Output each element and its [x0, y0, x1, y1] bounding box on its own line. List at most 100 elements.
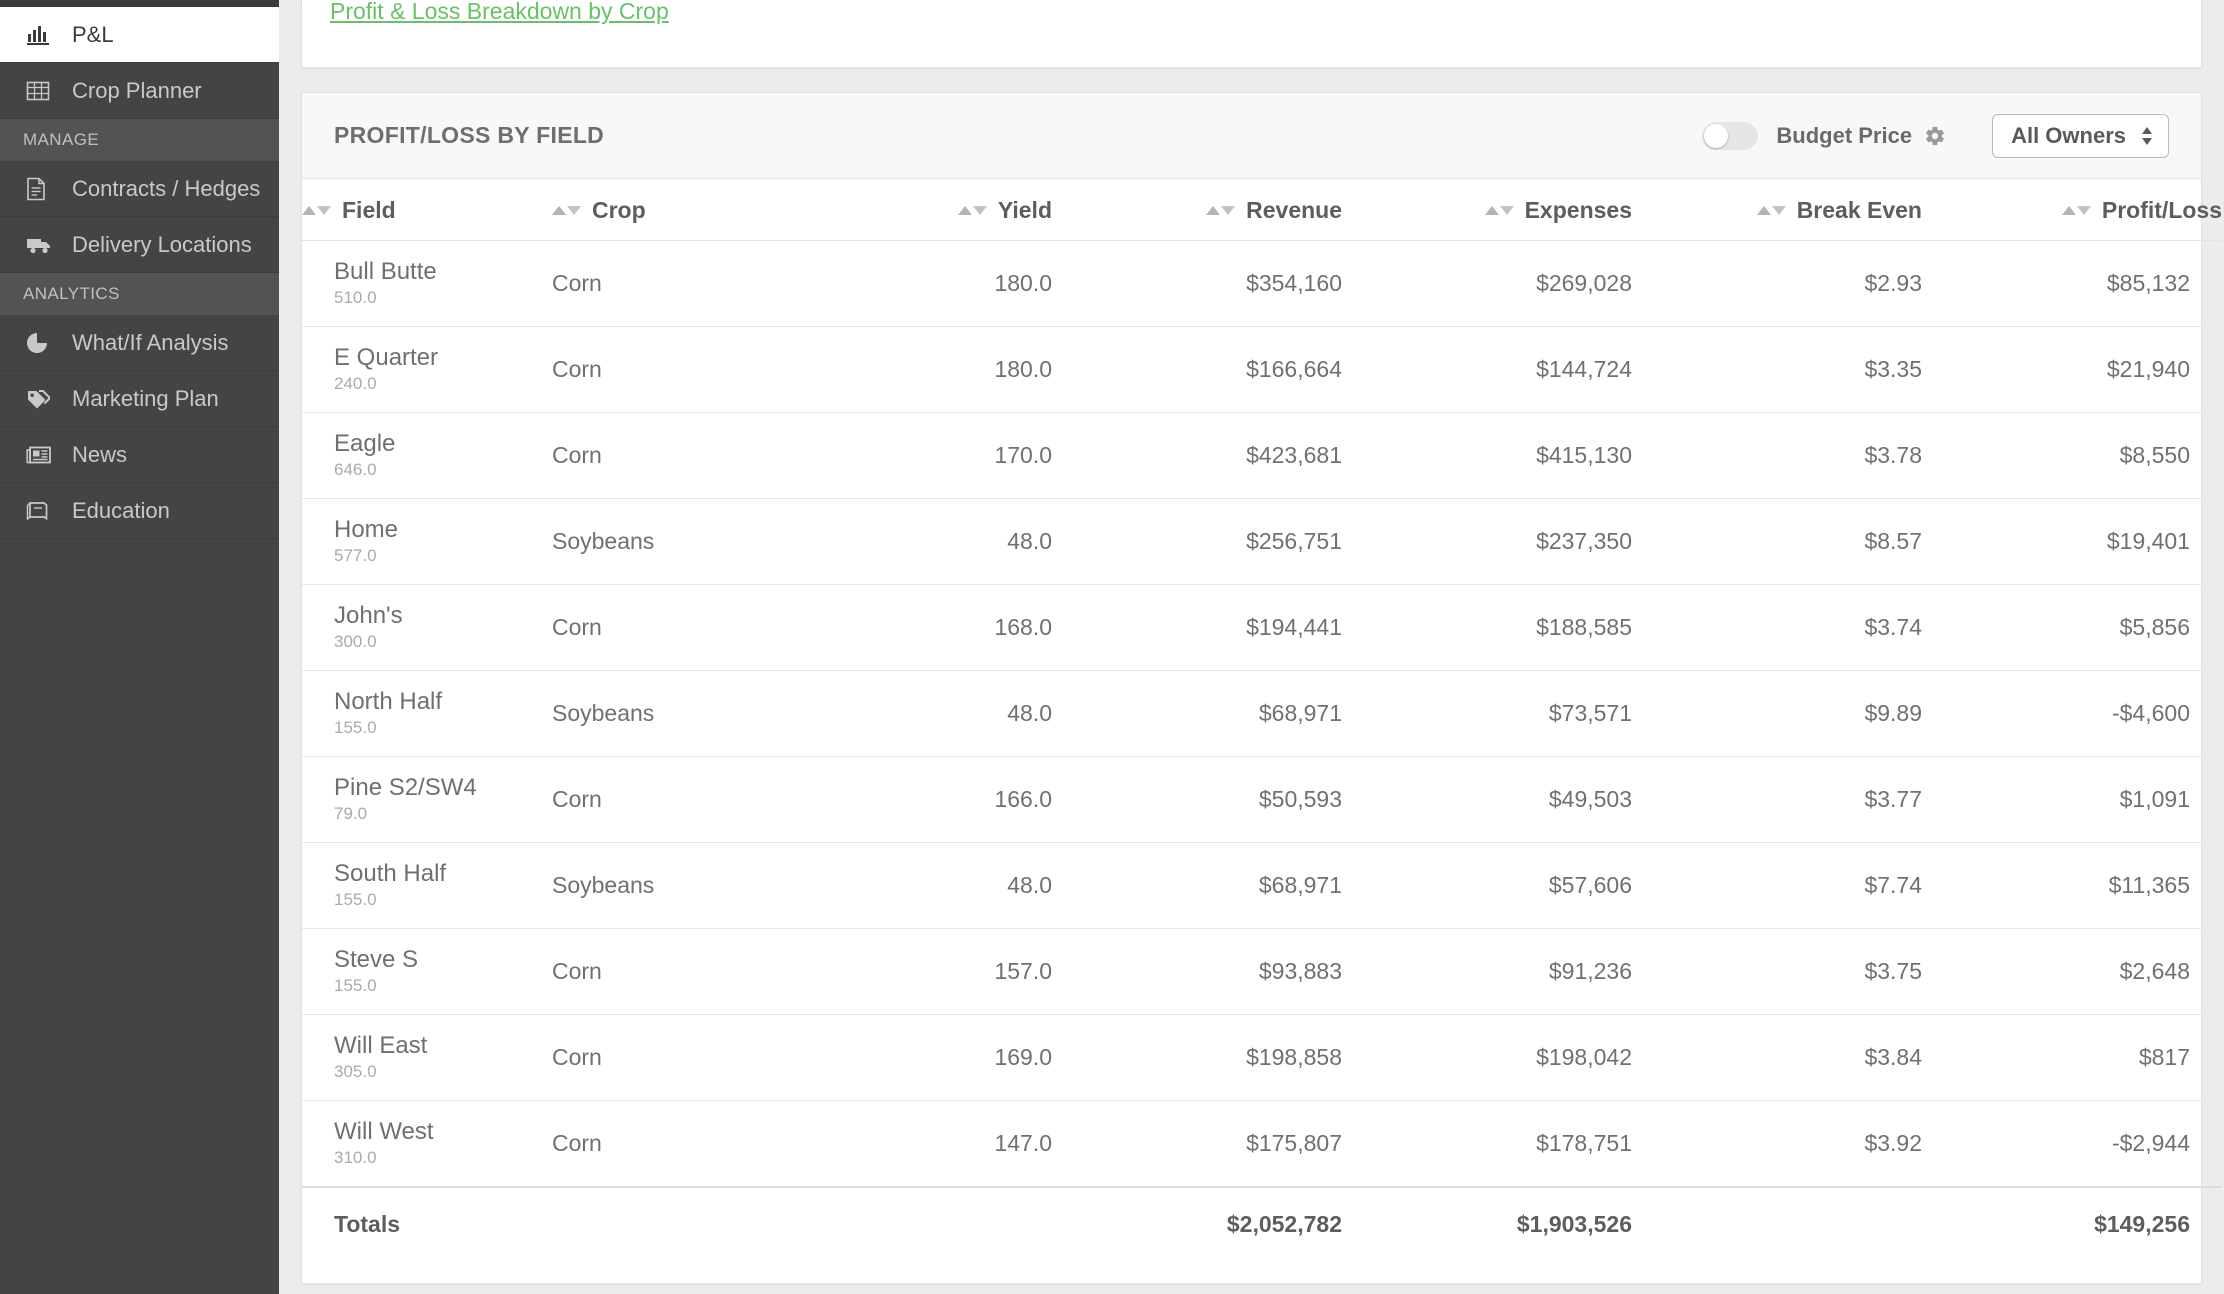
document-icon	[26, 177, 56, 201]
field-acres: 79.0	[334, 804, 368, 823]
field-acres: 155.0	[334, 718, 377, 737]
table-totals-row: Totals $2,052,782 $1,903,526 $149,256	[302, 1186, 2222, 1261]
column-header-expenses[interactable]: Expenses	[1342, 179, 1632, 241]
cell-profit-loss: -$4,600	[1922, 670, 2222, 757]
sidebar-section-label: ANALYTICS	[23, 284, 120, 303]
field-acres: 155.0	[334, 890, 377, 909]
sidebar-item-news[interactable]: News	[0, 427, 279, 483]
table-row[interactable]: Will East 305.0 Corn 169.0 $198,858 $198,042 $…	[302, 1014, 2222, 1101]
sidebar-top-strip	[0, 0, 279, 7]
column-label-crop: Crop	[592, 197, 646, 223]
field-name: E Quarter	[334, 344, 439, 371]
sort-toggle-icon[interactable]	[1756, 206, 1786, 215]
cell-crop: Corn	[552, 412, 802, 499]
column-header-yield[interactable]: Yield	[802, 179, 1052, 241]
sort-toggle-icon[interactable]	[957, 206, 987, 215]
cell-yield: 169.0	[802, 1014, 1052, 1101]
field-name: North Half	[334, 688, 443, 715]
cell-break-even: $3.84	[1632, 1014, 1922, 1101]
cell-revenue: $256,751	[1052, 498, 1342, 585]
sidebar-item-education[interactable]: Education	[0, 483, 279, 539]
table-row[interactable]: Will West 310.0 Corn 147.0 $175,807 $178,751 $…	[302, 1100, 2222, 1187]
table-row[interactable]: South Half 155.0 Soybeans 48.0 $68,971 $57,60…	[302, 842, 2222, 929]
field-name: Steve S	[334, 946, 419, 973]
cell-field: John's 300.0	[302, 584, 552, 671]
cell-yield: 170.0	[802, 412, 1052, 499]
cell-expenses: $49,503	[1342, 756, 1632, 843]
column-header-profit-loss[interactable]: Profit/Loss	[1922, 179, 2222, 241]
cell-revenue: $175,807	[1052, 1100, 1342, 1187]
sidebar-item-contracts-hedges[interactable]: Contracts / Hedges	[0, 161, 279, 217]
newspaper-icon	[26, 445, 56, 465]
cell-yield: 180.0	[802, 240, 1052, 327]
table-row[interactable]: Pine S2/SW4 79.0 Corn 166.0 $50,593 $49,503 $3…	[302, 756, 2222, 843]
table-row[interactable]: North Half 155.0 Soybeans 48.0 $68,971 $73,57…	[302, 670, 2222, 757]
table-header-row: Field Crop Yield Revenue Expenses Break …	[302, 179, 2222, 241]
main-content: Profit & Loss Breakdown by Crop PROFIT/L…	[279, 0, 2224, 1294]
column-header-field[interactable]: Field	[302, 179, 552, 241]
cell-break-even: $7.74	[1632, 842, 1922, 929]
cell-expenses: $198,042	[1342, 1014, 1632, 1101]
budget-price-label: Budget Price	[1776, 122, 1913, 148]
budget-price-toggle[interactable]	[1702, 121, 1759, 150]
field-name: Eagle	[334, 430, 396, 457]
sort-toggle-icon[interactable]	[552, 206, 581, 215]
cell-profit-loss: $2,648	[1922, 928, 2222, 1015]
cell-field: E Quarter 240.0	[302, 326, 552, 413]
table-row[interactable]: Bull Butte 510.0 Corn 180.0 $354,160 $269,028…	[302, 240, 2222, 327]
profit-loss-breakdown-by-crop-link[interactable]: Profit & Loss Breakdown by Crop	[330, 0, 669, 24]
cell-expenses: $91,236	[1342, 928, 1632, 1015]
sidebar-item-delivery-locations[interactable]: Delivery Locations	[0, 217, 279, 273]
table-row[interactable]: Eagle 646.0 Corn 170.0 $423,681 $415,130 $3.78…	[302, 412, 2222, 499]
column-label-revenue: Revenue	[1246, 197, 1342, 223]
cell-field: Bull Butte 510.0	[302, 240, 552, 327]
field-acres: 510.0	[334, 288, 377, 307]
sort-toggle-icon[interactable]	[1484, 206, 1514, 215]
gear-icon[interactable]	[1924, 125, 1946, 147]
cell-expenses: $188,585	[1342, 584, 1632, 671]
column-header-revenue[interactable]: Revenue	[1052, 179, 1342, 241]
sort-toggle-icon[interactable]	[302, 206, 331, 215]
spinner-arrows-icon	[2140, 125, 2154, 147]
column-header-crop[interactable]: Crop	[552, 179, 802, 241]
cell-field: Home 577.0	[302, 498, 552, 585]
sidebar-item-label: What/If Analysis	[72, 329, 229, 355]
cell-revenue: $194,441	[1052, 584, 1342, 671]
sidebar-item-what-if-analysis[interactable]: What/If Analysis	[0, 315, 279, 371]
cell-crop: Corn	[552, 326, 802, 413]
owner-filter-select[interactable]: All Owners	[1992, 113, 2169, 158]
column-label-yield: Yield	[997, 197, 1052, 223]
cell-break-even: $3.77	[1632, 756, 1922, 843]
sidebar-item-crop-planner[interactable]: Crop Planner	[0, 63, 279, 119]
cell-revenue: $198,858	[1052, 1014, 1342, 1101]
sidebar-section-manage: MANAGE	[0, 119, 279, 161]
table-grid-icon	[26, 80, 56, 102]
cell-revenue: $354,160	[1052, 240, 1342, 327]
sidebar-item-pl[interactable]: P&L	[0, 7, 279, 63]
cell-crop: Corn	[552, 1100, 802, 1187]
sidebar-item-label: News	[72, 441, 128, 467]
sidebar-section-analytics: ANALYTICS	[0, 273, 279, 315]
cell-break-even: $3.74	[1632, 584, 1922, 671]
cell-revenue: $68,971	[1052, 670, 1342, 757]
sort-toggle-icon[interactable]	[1206, 206, 1236, 215]
field-acres: 300.0	[334, 632, 377, 651]
sort-toggle-icon[interactable]	[2061, 206, 2091, 215]
cell-revenue: $423,681	[1052, 412, 1342, 499]
table-row[interactable]: John's 300.0 Corn 168.0 $194,441 $188,585 $3.7…	[302, 584, 2222, 671]
cell-yield: 166.0	[802, 756, 1052, 843]
owner-filter-value: All Owners	[2011, 122, 2126, 148]
sidebar-item-marketing-plan[interactable]: Marketing Plan	[0, 371, 279, 427]
totals-cell-break-even	[1632, 1187, 1922, 1261]
field-acres: 310.0	[334, 1147, 377, 1167]
field-name: Pine S2/SW4	[334, 774, 477, 801]
table-row[interactable]: Steve S 155.0 Corn 157.0 $93,883 $91,236 $3.75…	[302, 928, 2222, 1015]
column-header-break-even[interactable]: Break Even	[1632, 179, 1922, 241]
cell-field: Pine S2/SW4 79.0	[302, 756, 552, 843]
cell-profit-loss: $11,365	[1922, 842, 2222, 929]
panel-header: PROFIT/LOSS BY FIELD Budget Price All Ow…	[302, 93, 2201, 179]
sidebar-item-label: Crop Planner	[72, 77, 202, 103]
cell-yield: 147.0	[802, 1100, 1052, 1187]
table-row[interactable]: E Quarter 240.0 Corn 180.0 $166,664 $144,724 $…	[302, 326, 2222, 413]
table-row[interactable]: Home 577.0 Soybeans 48.0 $256,751 $237,350 $8.…	[302, 498, 2222, 585]
